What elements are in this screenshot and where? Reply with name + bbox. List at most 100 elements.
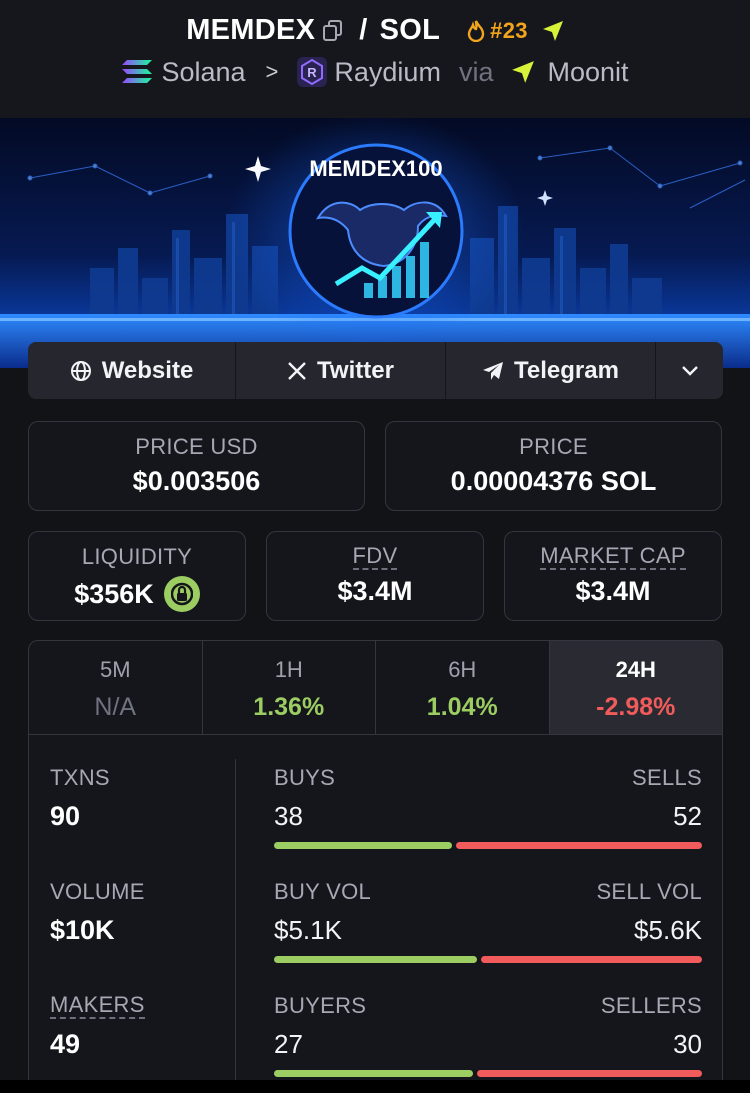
buys-sells-stat: BUYS SELLS 38 52 — [274, 765, 702, 849]
pair-separator: / — [359, 14, 368, 46]
volume-stat: VOLUME $10K — [50, 879, 145, 946]
price-usd-label: PRICE USD — [135, 434, 258, 459]
timeframe-tabs: 5M N/A 1H 1.36% 6H 1.04% 24H -2.98% — [29, 641, 722, 735]
sell-vol-bar-fill — [481, 956, 702, 963]
trending-rank-badge[interactable]: #23 — [466, 18, 564, 44]
sell-vol-value: $5.6K — [634, 915, 702, 945]
svg-text:R: R — [308, 65, 318, 80]
sells-bar-fill — [456, 842, 702, 849]
liquidity-value: $356K — [74, 578, 154, 609]
telegram-label: Telegram — [514, 356, 619, 384]
buyers-sellers-bar — [274, 1070, 702, 1077]
buys-label: BUYS — [274, 765, 336, 790]
makers-stat: MAKERS 49 — [50, 993, 145, 1060]
moonit-arrow-icon — [542, 20, 564, 42]
lock-icon[interactable] — [163, 576, 200, 612]
buyers-label: BUYERS — [274, 993, 367, 1018]
website-label: Website — [101, 356, 194, 384]
raydium-icon: R — [296, 56, 328, 88]
tab-5m[interactable]: 5M N/A — [29, 641, 203, 734]
liquidity-card: LIQUIDITY $356K — [28, 531, 246, 621]
buyers-value: 27 — [274, 1029, 303, 1059]
price-native-label: PRICE — [519, 434, 588, 459]
txns-value: 90 — [50, 801, 81, 831]
tab-1h-change: 1.36% — [253, 693, 325, 721]
token-banner: MEMDEX100 — [0, 118, 750, 368]
chain-link[interactable]: Solana — [161, 57, 245, 88]
volume-label: VOLUME — [50, 879, 145, 904]
txns-stat: TXNS 90 — [50, 765, 110, 832]
twitter-button[interactable]: Twitter — [236, 342, 446, 399]
tab-5m-change: N/A — [94, 693, 137, 721]
price-usd-card: PRICE USD $0.003506 — [28, 421, 365, 511]
sells-label: SELLS — [632, 765, 702, 790]
txns-label: TXNS — [50, 765, 110, 790]
tab-6h[interactable]: 6H 1.04% — [376, 641, 550, 734]
tab-24h-label: 24H — [615, 657, 656, 682]
fdv-label[interactable]: FDV — [352, 544, 398, 570]
token-symbol: MEMDEX — [186, 14, 316, 46]
volume-value: $10K — [50, 915, 115, 945]
copy-icon[interactable] — [323, 19, 343, 42]
stats-divider — [235, 759, 236, 1089]
banner-artwork: MEMDEX100 — [0, 118, 750, 368]
buys-sells-bar — [274, 842, 702, 849]
tab-6h-change: 1.04% — [426, 693, 498, 721]
pair-header: MEMDEX / SOL #23 Solana > R Raydium via … — [0, 0, 750, 118]
breadcrumb-chevron: > — [265, 59, 279, 84]
sellers-value: 30 — [673, 1029, 702, 1059]
social-links-bar: Website Twitter Telegram — [28, 342, 723, 399]
buyers-bar-fill — [274, 1070, 473, 1077]
sellers-bar-fill — [477, 1070, 702, 1077]
sellers-label: SELLERS — [600, 993, 702, 1018]
x-icon — [287, 361, 307, 381]
price-usd-value: $0.003506 — [132, 466, 261, 496]
tab-24h[interactable]: 24H -2.98% — [549, 641, 722, 734]
dex-link[interactable]: Raydium — [334, 57, 441, 88]
buyers-sellers-stat: BUYERS SELLERS 27 30 — [274, 993, 702, 1077]
market-cap-value: $3.4M — [575, 576, 651, 606]
price-native-card: PRICE 0.00004376 SOL — [385, 421, 722, 511]
tab-24h-change: -2.98% — [596, 693, 676, 721]
liquidity-label: LIQUIDITY — [81, 544, 193, 569]
fdv-value: $3.4M — [337, 576, 413, 606]
market-cap-label[interactable]: MARKET CAP — [540, 544, 686, 570]
buys-bar-fill — [274, 842, 452, 849]
moonit-icon — [511, 60, 535, 84]
screen-bottom-edge — [0, 1080, 750, 1093]
chevron-down-icon — [681, 365, 699, 377]
sell-vol-label: SELL VOL — [596, 879, 702, 904]
liquidity-value-row: $356K — [29, 576, 245, 612]
buy-vol-value: $5.1K — [274, 915, 342, 945]
buys-value: 38 — [274, 801, 303, 831]
buy-vol-bar-fill — [274, 956, 477, 963]
fdv-card: FDV $3.4M — [266, 531, 484, 621]
buy-vol-label: BUY VOL — [274, 879, 372, 904]
makers-value: 49 — [50, 1029, 81, 1059]
pair-title: MEMDEX / SOL #23 — [0, 14, 750, 47]
tab-6h-label: 6H — [448, 657, 477, 682]
market-cap-card: MARKET CAP $3.4M — [504, 531, 722, 621]
chain-breadcrumb: Solana > R Raydium via Moonit — [0, 56, 750, 88]
globe-icon — [70, 360, 92, 382]
trade-stats: TXNS 90 VOLUME $10K MAKERS 49 BUYS SELLS… — [29, 735, 722, 1093]
tab-1h-label: 1H — [274, 657, 303, 682]
banner-logo-text: MEMDEX100 — [309, 156, 442, 181]
flame-icon — [466, 19, 486, 42]
makers-label[interactable]: MAKERS — [50, 993, 145, 1019]
launchpad-link[interactable]: Moonit — [547, 57, 628, 88]
tab-5m-label: 5M — [99, 657, 131, 682]
sells-value: 52 — [673, 801, 702, 831]
website-button[interactable]: Website — [28, 342, 236, 399]
rank-label: #23 — [490, 17, 528, 43]
buy-sell-volume-stat: BUY VOL SELL VOL $5.1K $5.6K — [274, 879, 702, 963]
tab-1h[interactable]: 1H 1.36% — [203, 641, 376, 734]
via-label: via — [458, 56, 494, 87]
telegram-button[interactable]: Telegram — [446, 342, 656, 399]
quote-symbol: SOL — [379, 14, 441, 46]
solana-icon — [121, 59, 153, 85]
twitter-label: Twitter — [317, 356, 394, 384]
buy-sell-volume-bar — [274, 956, 702, 963]
price-native-value: 0.00004376 SOL — [450, 466, 657, 496]
more-links-button[interactable] — [656, 342, 723, 399]
